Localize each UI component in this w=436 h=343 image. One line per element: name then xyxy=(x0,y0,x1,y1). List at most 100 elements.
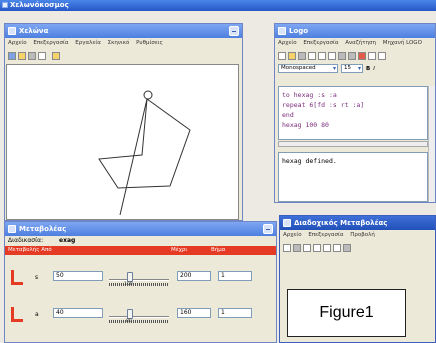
app-icon xyxy=(2,2,8,8)
menu-file[interactable]: Αρχείο xyxy=(8,40,27,46)
from-input[interactable]: 40 xyxy=(53,308,103,318)
menu-search[interactable]: Αναζήτηση xyxy=(345,40,376,46)
font-select[interactable]: Monospaced xyxy=(278,64,338,73)
menu-settings[interactable]: Ρυθμίσεις xyxy=(136,40,163,46)
turtle-icon xyxy=(143,90,153,100)
output-text: hexag defined. xyxy=(282,157,337,165)
menu-edit[interactable]: Επεξεργασία xyxy=(33,40,68,46)
variables-window-title: Μεταβολέας xyxy=(19,225,67,233)
font-size-select[interactable]: 15 xyxy=(341,64,363,73)
vertical-scrollbar[interactable] xyxy=(428,86,435,202)
stop-icon[interactable] xyxy=(358,51,366,60)
save-icon[interactable] xyxy=(298,51,306,60)
output-console: hexag defined. xyxy=(278,152,428,202)
menu-view[interactable]: Προβολή xyxy=(350,232,375,238)
inspector-toolbar xyxy=(280,241,435,254)
drawing-svg xyxy=(98,90,191,216)
bold-button[interactable]: B xyxy=(366,66,370,72)
slider-thumb[interactable] xyxy=(127,272,133,282)
step-input[interactable]: 1 xyxy=(218,271,252,281)
find-icon[interactable] xyxy=(368,51,376,60)
logo-window-title-bar[interactable]: Logo xyxy=(275,24,435,38)
minimize-button[interactable] xyxy=(229,26,239,36)
menu-file[interactable]: Αρχείο xyxy=(278,40,297,46)
open-folder-icon[interactable] xyxy=(18,51,26,60)
inspector-window-title-bar[interactable]: Διαδοχικός Μεταβολέας xyxy=(280,216,435,230)
turtle-tool-icon[interactable] xyxy=(52,51,60,60)
menu-edit[interactable]: Επεξεργασία xyxy=(303,40,338,46)
value-slider[interactable]: 100 xyxy=(109,271,169,287)
slider-track xyxy=(109,279,169,281)
turtle-menubar: Αρχείο Επεξεργασία Εργαλεία Σκηνικό Ρυθμ… xyxy=(5,38,242,49)
new-icon[interactable] xyxy=(278,51,286,60)
to-input[interactable]: 160 xyxy=(177,308,211,318)
slider-track xyxy=(109,316,169,318)
turtle-canvas[interactable] xyxy=(6,64,239,220)
variables-window: Μεταβολέας Διαδικασία: exag Μεταβολής Απ… xyxy=(4,221,277,343)
col-step-header: Βήμα xyxy=(211,247,226,253)
cut-icon[interactable] xyxy=(303,243,311,252)
menu-tools[interactable]: Εργαλεία xyxy=(75,40,101,46)
to-input[interactable]: 200 xyxy=(177,271,211,281)
app-title-bar: Χελωνόκοσμος xyxy=(0,0,436,11)
copy-icon[interactable] xyxy=(313,243,321,252)
from-input[interactable]: 50 xyxy=(53,271,103,281)
new-icon[interactable] xyxy=(283,243,291,252)
code-line: to hexag :s :a xyxy=(282,91,337,99)
pause-icon[interactable] xyxy=(348,51,356,60)
stop-icon[interactable] xyxy=(343,243,351,252)
variable-name: a xyxy=(35,311,39,318)
save-icon[interactable] xyxy=(28,51,36,60)
step-input[interactable]: 1 xyxy=(218,308,252,318)
inspector-window-title: Διαδοχικός Μεταβολέας xyxy=(294,219,388,227)
logo-window-title: Logo xyxy=(289,27,309,35)
turtle-icon xyxy=(8,27,16,35)
code-line: end xyxy=(282,111,294,119)
variable-row-a: a 40 80 160 1 xyxy=(5,302,276,332)
turtle-toolbar xyxy=(5,49,242,62)
paste-icon[interactable] xyxy=(328,51,336,60)
code-line: hexag 100 80 xyxy=(282,121,329,129)
variable-name: s xyxy=(35,274,39,281)
app-title: Χελωνόκοσμος xyxy=(10,1,69,9)
logo-window: Logo Αρχείο Επεξεργασία Αναζήτηση Μηχανή… xyxy=(274,23,436,203)
play-icon[interactable] xyxy=(338,51,346,60)
minimize-button[interactable] xyxy=(263,224,273,234)
open-folder-icon[interactable] xyxy=(288,51,296,60)
font-bar: Monospaced 15 B I xyxy=(275,62,435,75)
menu-scene[interactable]: Σκηνικό xyxy=(108,40,130,46)
turtle-window-title-bar[interactable]: Χελώνα xyxy=(5,24,242,38)
slider-value: 80 xyxy=(126,319,132,324)
print-icon[interactable] xyxy=(38,51,46,60)
value-slider[interactable]: 80 xyxy=(109,308,169,324)
inspector-window-icon xyxy=(283,219,291,227)
menu-logo-engine[interactable]: Μηχανή LOGO xyxy=(383,40,422,46)
figure-label: Figure1 xyxy=(287,289,406,337)
horizontal-scrollbar[interactable] xyxy=(278,141,428,147)
save-icon[interactable] xyxy=(293,243,301,252)
logo-window-icon xyxy=(278,27,286,35)
procedure-row: Διαδικασία: exag xyxy=(5,236,276,246)
variable-icon xyxy=(11,270,23,285)
variables-header: Μεταβολής Από Μέχρι Βήμα xyxy=(5,246,276,255)
replace-icon[interactable] xyxy=(378,51,386,60)
code-editor[interactable]: to hexag :s :a repeat 6[fd :s rt :a] end… xyxy=(278,86,428,140)
chart-icon[interactable] xyxy=(333,243,341,252)
procedure-label: Διαδικασία: xyxy=(8,237,44,244)
slider-thumb[interactable] xyxy=(127,309,133,319)
variables-window-title-bar[interactable]: Μεταβολέας xyxy=(5,222,276,236)
slider-ticks xyxy=(109,320,169,323)
menu-edit[interactable]: Επεξεργασία xyxy=(308,232,343,238)
variables-window-icon xyxy=(8,225,16,233)
col-to-header: Μέχρι xyxy=(171,247,188,253)
variable-icon xyxy=(11,307,23,322)
cut-icon[interactable] xyxy=(308,51,316,60)
procedure-value: exag xyxy=(59,237,76,244)
new-icon[interactable] xyxy=(8,51,16,60)
copy-icon[interactable] xyxy=(318,51,326,60)
inspector-menubar: Αρχείο Επεξεργασία Προβολή xyxy=(280,230,435,241)
col-from-header: Μεταβολής Από xyxy=(8,247,52,253)
menu-file[interactable]: Αρχείο xyxy=(283,232,302,238)
italic-button[interactable]: I xyxy=(373,66,375,72)
paste-icon[interactable] xyxy=(323,243,331,252)
